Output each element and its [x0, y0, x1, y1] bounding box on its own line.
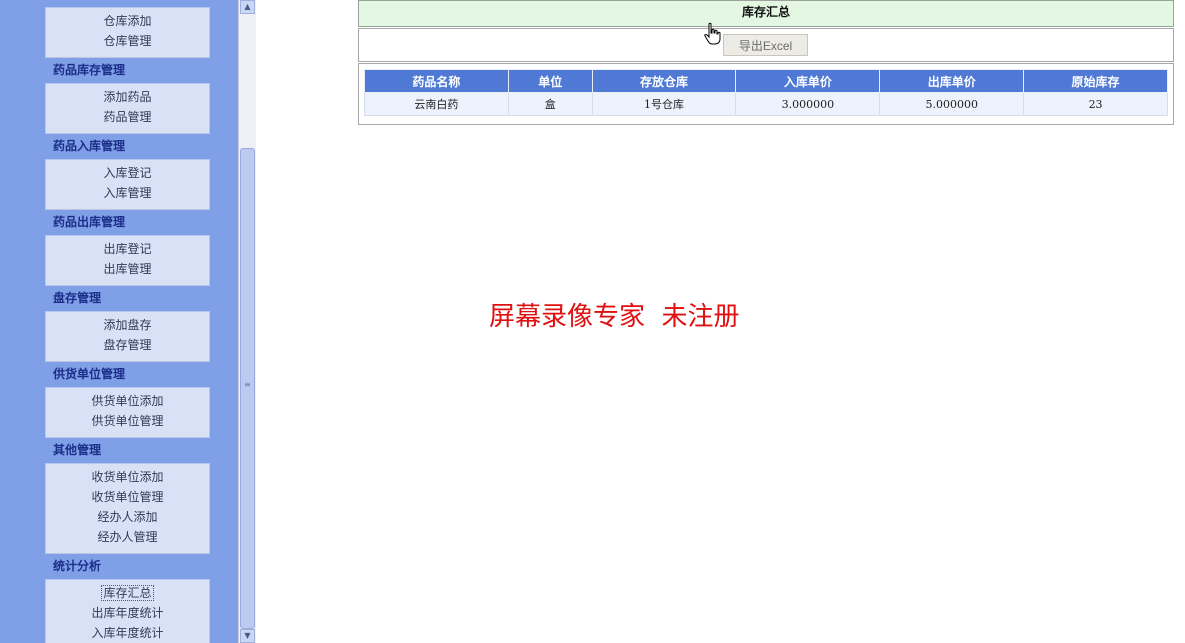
- sidebar-group-statistics: 库存汇总 出库年度统计 入库年度统计: [45, 579, 210, 643]
- sidebar-item-receiver-manage[interactable]: 收货单位管理: [46, 487, 209, 507]
- hand-cursor-icon: [704, 22, 721, 45]
- sidebar-item-handler-manage[interactable]: 经办人管理: [46, 527, 209, 547]
- watermark-text: 屏幕录像专家 未注册: [489, 302, 740, 332]
- sidebar-group-title-supplier: 供货单位管理: [53, 367, 126, 381]
- sidebar-group-drug-stock: 添加药品 药品管理: [45, 83, 210, 134]
- sidebar-group-title-other: 其他管理: [53, 443, 102, 457]
- column-header-unit: 单位: [507, 69, 593, 93]
- vertical-scrollbar[interactable]: ▲ ≡ ▼: [238, 0, 256, 643]
- sidebar-item-stock-in-register[interactable]: 入库登记: [46, 163, 209, 183]
- table-row: 云南白药 盒 1号仓库 3.000000 5.000000 23: [364, 92, 1168, 116]
- sidebar-group-stock-out: 出库登记 出库管理: [45, 235, 210, 286]
- cell-drug-name: 云南白药: [364, 92, 509, 116]
- sidebar-item-out-yearly-stats[interactable]: 出库年度统计: [46, 603, 209, 623]
- sidebar-item-add-drug[interactable]: 添加药品: [46, 87, 209, 107]
- sidebar-group-title-inventory: 盘存管理: [53, 291, 102, 305]
- stock-summary-table: 药品名称 单位 存放仓库 入库单价 出库单价 原始库存 云南白药 盒 1号仓库 …: [364, 69, 1168, 116]
- sidebar-item-add-inventory[interactable]: 添加盘存: [46, 315, 209, 335]
- sidebar-item-stock-summary-label: 库存汇总: [101, 585, 154, 601]
- sidebar-item-stock-in-manage[interactable]: 入库管理: [46, 183, 209, 203]
- sidebar-item-supplier-add[interactable]: 供货单位添加: [46, 391, 209, 411]
- cell-unit: 盒: [507, 92, 593, 116]
- sidebar-group-inventory: 添加盘存 盘存管理: [45, 311, 210, 362]
- sidebar-item-stock-summary[interactable]: 库存汇总: [46, 583, 209, 603]
- table-header-row: 药品名称 单位 存放仓库 入库单价 出库单价 原始库存: [364, 69, 1168, 93]
- grip-icon: ≡: [244, 380, 251, 389]
- sidebar-group-title-stock-in: 药品入库管理: [53, 139, 126, 153]
- export-excel-button[interactable]: 导出Excel: [723, 34, 808, 56]
- sidebar-group-title-statistics: 统计分析: [53, 559, 102, 573]
- arrow-down-icon[interactable]: ▼: [240, 629, 255, 643]
- stock-summary-table-container: 药品名称 单位 存放仓库 入库单价 出库单价 原始库存 云南白药 盒 1号仓库 …: [358, 63, 1174, 125]
- sidebar-group-title-stock-out: 药品出库管理: [53, 215, 126, 229]
- sidebar-item-handler-add[interactable]: 经办人添加: [46, 507, 209, 527]
- scrollbar-thumb[interactable]: ≡: [240, 148, 255, 629]
- cell-out-price: 5.000000: [879, 92, 1025, 116]
- cell-original-stock: 23: [1023, 92, 1168, 116]
- sidebar-nav: 仓库添加 仓库管理 药品库存管理 添加药品 药品管理 药品入库管理 入库登记 入…: [0, 0, 238, 643]
- sidebar-group-supplier: 供货单位添加 供货单位管理: [45, 387, 210, 438]
- arrow-up-icon[interactable]: ▲: [240, 0, 255, 14]
- sidebar-item-warehouse-manage[interactable]: 仓库管理: [46, 31, 209, 51]
- sidebar-item-supplier-manage[interactable]: 供货单位管理: [46, 411, 209, 431]
- column-header-in-price: 入库单价: [735, 69, 881, 93]
- cell-in-price: 3.000000: [735, 92, 881, 116]
- sidebar-item-receiver-add[interactable]: 收货单位添加: [46, 467, 209, 487]
- sidebar-item-inventory-manage[interactable]: 盘存管理: [46, 335, 209, 355]
- cell-warehouse: 1号仓库: [591, 92, 737, 116]
- column-header-out-price: 出库单价: [879, 69, 1025, 93]
- export-toolbar: 导出Excel: [358, 28, 1174, 62]
- page-title: 库存汇总: [358, 0, 1174, 27]
- sidebar-group-title-drug-stock: 药品库存管理: [53, 63, 126, 77]
- sidebar-item-warehouse-add[interactable]: 仓库添加: [46, 11, 209, 31]
- sidebar-item-stock-out-register[interactable]: 出库登记: [46, 239, 209, 259]
- sidebar-item-drug-manage[interactable]: 药品管理: [46, 107, 209, 127]
- sidebar-group-warehouse: 仓库添加 仓库管理: [45, 7, 210, 58]
- column-header-warehouse: 存放仓库: [591, 69, 737, 93]
- sidebar-group-stock-in: 入库登记 入库管理: [45, 159, 210, 210]
- column-header-original-stock: 原始库存: [1023, 69, 1168, 93]
- sidebar-item-stock-out-manage[interactable]: 出库管理: [46, 259, 209, 279]
- column-header-drug-name: 药品名称: [364, 69, 509, 93]
- sidebar-group-other: 收货单位添加 收货单位管理 经办人添加 经办人管理: [45, 463, 210, 554]
- sidebar-item-in-yearly-stats[interactable]: 入库年度统计: [46, 623, 209, 643]
